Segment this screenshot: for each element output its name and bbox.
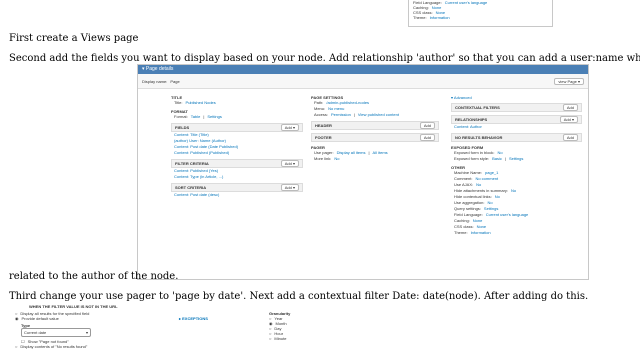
relationships-add-button[interactable]: Add ▾ [559,116,578,123]
granularity-options: ○ Year ◉ Month ○ Day ○ Hour ○ Minute [269,316,290,341]
theme-link[interactable]: Information [430,15,450,20]
sort-add-button[interactable]: Add ▾ [280,184,299,191]
type-select[interactable]: Current date ▾ [21,328,91,337]
expand-triangle-icon: ▸ [179,316,182,321]
field-item[interactable]: Content: Published (Published) [171,150,303,156]
exposed-style-link[interactable]: Basic [492,156,502,162]
other-row-value-link[interactable]: No [495,194,500,200]
collapse-triangle-icon: ▾ [142,66,145,72]
relationship-item[interactable]: Content: Author [451,124,582,130]
other-row: Theme: Information [451,230,582,236]
exposed-row: Exposed form style: Basic | Settings [454,156,524,162]
other-row-value-link[interactable]: Information [471,230,491,236]
step3-text: Third change your use pager to 'page by … [9,291,589,302]
no-results-header: NO RESULTS BEHAVIOR Add [451,133,582,142]
access-permission-link[interactable]: Permission [331,112,351,118]
radio-unchecked-icon: ○ [269,336,272,341]
format-row: Format: Table | Settings [174,114,222,120]
filter-add-button[interactable]: Add ▾ [280,160,299,167]
page-details-bar[interactable]: ▾ Page details [138,65,588,74]
contextual-filters-add-button[interactable]: Add [562,104,578,111]
view-page-button[interactable]: view Page ▾ [554,77,584,85]
filter-section-header: FILTER CRITERIA Add ▾ [171,159,303,168]
fields-section-header: FIELDS Add ▾ [171,123,303,132]
pager-items-link[interactable]: All items [373,150,388,156]
top-row-theme: Theme: Information [413,15,450,20]
filter-item[interactable]: Content: Type (in Article, ...) [171,174,303,180]
display-name-row: Display name: Page view Page ▾ [138,74,588,89]
bottom-screenshot-fragment: WHEN THE FILTER VALUE IS NOT IN THE URL … [9,304,355,360]
no-results-add-button[interactable]: Add [562,134,578,141]
views-ui-screenshot: ▾ Page details Display name: Page view Pa… [137,64,589,280]
header-add-button[interactable]: Add [419,122,435,129]
expand-triangle-icon: ▾ [451,95,454,100]
advanced-toggle[interactable]: ▾ Advanced [451,95,582,100]
granularity-group: Granularity ○ Year ◉ Month ○ Day ○ Hour ○ Minute [269,311,290,341]
header-section-header: HEADER Add [311,121,439,130]
title-row: Title: Published Nodes [174,100,216,106]
format-settings-link[interactable]: Settings [207,114,221,120]
granularity-option-label: Minute [274,336,287,341]
access-extra-link[interactable]: View published content [358,112,399,118]
column-page-settings: PAGE SETTINGS Path:/admin-published-node… [311,91,439,162]
format-table-link[interactable]: Table [191,114,201,120]
title-value-link[interactable]: Published Nodes [186,100,216,106]
other-row-value-link[interactable]: No [511,188,516,194]
sort-section-header: SORT CRITERIA Add ▾ [171,183,303,192]
other-rows: Machine Name: page_1 Comment: No comment Use… [451,170,582,236]
granularity-option[interactable]: ○ Minute [269,336,290,341]
relationships-header: RELATIONSHIPS Add ▾ [451,115,582,124]
exposed-settings-link[interactable]: Settings [509,156,523,162]
use-pager-link[interactable]: Display all items [337,150,366,156]
radio-unchecked-icon: ○ [15,344,18,349]
exceptions-toggle[interactable]: ▸ EXCEPTIONS [179,316,208,321]
more-link-link[interactable]: No [334,156,339,162]
other-row-value-link[interactable]: Current user's language [486,212,529,218]
radio-display-contents-row[interactable]: ○ Display contents of "No results found" [15,344,355,349]
more-link-row: More link: No [314,156,340,162]
top-screenshot-fragment: Field Language: Current user's language C… [408,0,553,27]
dropdown-arrow-icon: ▾ [577,78,580,84]
radio-checked-icon: ◉ [15,316,19,321]
field-language-link[interactable]: Current user's language [445,0,488,5]
footer-section-header: FOOTER Add [311,133,439,142]
step1-text: First create a Views page [9,33,139,44]
fields-add-button[interactable]: Add ▾ [280,124,299,131]
select-arrow-icon: ▾ [85,330,88,335]
access-row: Access: Permission | View published content [314,112,399,118]
step2-continuation-text: related to the author of the node. [9,271,179,282]
sort-item[interactable]: Content: Post date (desc) [171,192,303,198]
column-main: TITLE Title: Published Nodes FORMAT Forma… [171,91,303,198]
column-advanced: ▾ Advanced CONTEXTUAL FILTERS Add RELATIO… [451,91,582,236]
filter-missing-heading: WHEN THE FILTER VALUE IS NOT IN THE URL [29,304,118,309]
other-row-label: Theme: [454,230,468,235]
contextual-filters-header: CONTEXTUAL FILTERS Add [451,103,582,112]
footer-add-button[interactable]: Add [419,134,435,141]
